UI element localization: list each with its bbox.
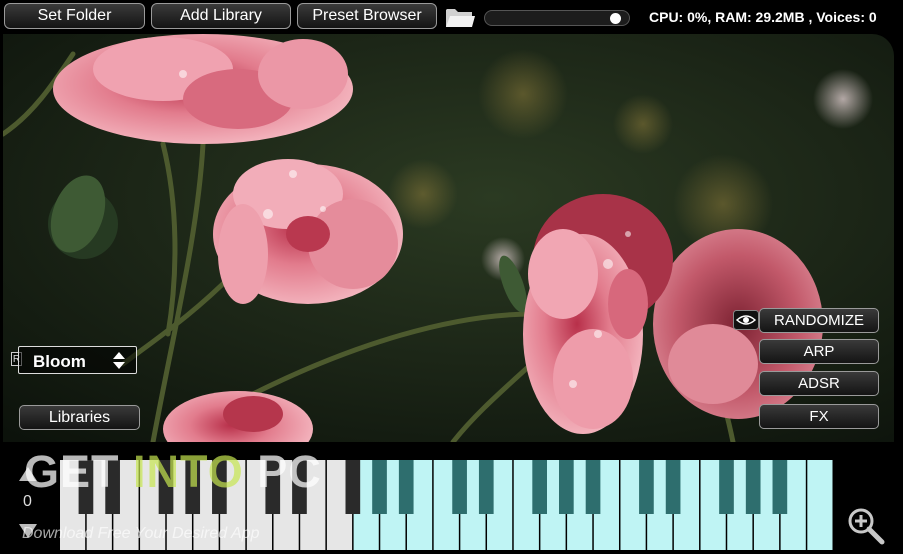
- black-key[interactable]: [372, 460, 387, 514]
- black-key[interactable]: [185, 460, 201, 514]
- black-key[interactable]: [772, 460, 788, 514]
- black-key[interactable]: [265, 460, 281, 514]
- preset-name: Bloom: [33, 352, 86, 371]
- black-key[interactable]: [745, 460, 761, 514]
- black-key[interactable]: [559, 460, 574, 514]
- instrument-image-panel: R Bloom Libraries RANDOMIZE ARP ADSR FX: [3, 34, 894, 442]
- triangle-up-icon[interactable]: [19, 467, 37, 481]
- folder-icon[interactable]: [445, 5, 475, 29]
- black-key[interactable]: [398, 460, 414, 514]
- set-folder-button[interactable]: Set Folder: [4, 3, 145, 29]
- volume-slider-knob[interactable]: [610, 13, 621, 24]
- black-key[interactable]: [719, 460, 734, 514]
- octave-value: 0: [23, 493, 32, 510]
- adsr-button[interactable]: ADSR: [759, 371, 879, 396]
- black-key[interactable]: [639, 460, 654, 514]
- black-key[interactable]: [212, 460, 227, 514]
- libraries-button[interactable]: Libraries: [19, 405, 140, 430]
- top-toolbar: Set Folder Add Library Preset Browser CP…: [0, 0, 903, 34]
- black-key[interactable]: [452, 460, 467, 514]
- randomize-button[interactable]: RANDOMIZE: [759, 308, 879, 333]
- black-key[interactable]: [585, 460, 601, 514]
- triangle-down-icon[interactable]: [19, 524, 37, 538]
- black-key[interactable]: [158, 460, 174, 514]
- black-key[interactable]: [292, 460, 307, 514]
- add-library-button[interactable]: Add Library: [151, 3, 291, 29]
- piano-keyboard[interactable]: [60, 460, 834, 550]
- black-key[interactable]: [478, 460, 494, 514]
- black-key[interactable]: [105, 460, 120, 514]
- preset-browser-button[interactable]: Preset Browser: [297, 3, 437, 29]
- arp-button[interactable]: ARP: [759, 339, 879, 364]
- preset-selector[interactable]: Bloom: [18, 346, 137, 374]
- black-key[interactable]: [78, 460, 94, 514]
- white-key[interactable]: [807, 460, 833, 550]
- fx-button[interactable]: FX: [759, 404, 879, 429]
- status-readout: CPU: 0%, RAM: 29.2MB , Voices: 0: [649, 9, 877, 25]
- up-down-arrows-icon[interactable]: [112, 351, 126, 370]
- black-key[interactable]: [532, 460, 547, 514]
- volume-slider[interactable]: [484, 10, 630, 26]
- zoom-in-icon[interactable]: [846, 506, 886, 546]
- black-key[interactable]: [665, 460, 681, 514]
- eye-icon[interactable]: [733, 310, 759, 330]
- black-key[interactable]: [345, 460, 361, 514]
